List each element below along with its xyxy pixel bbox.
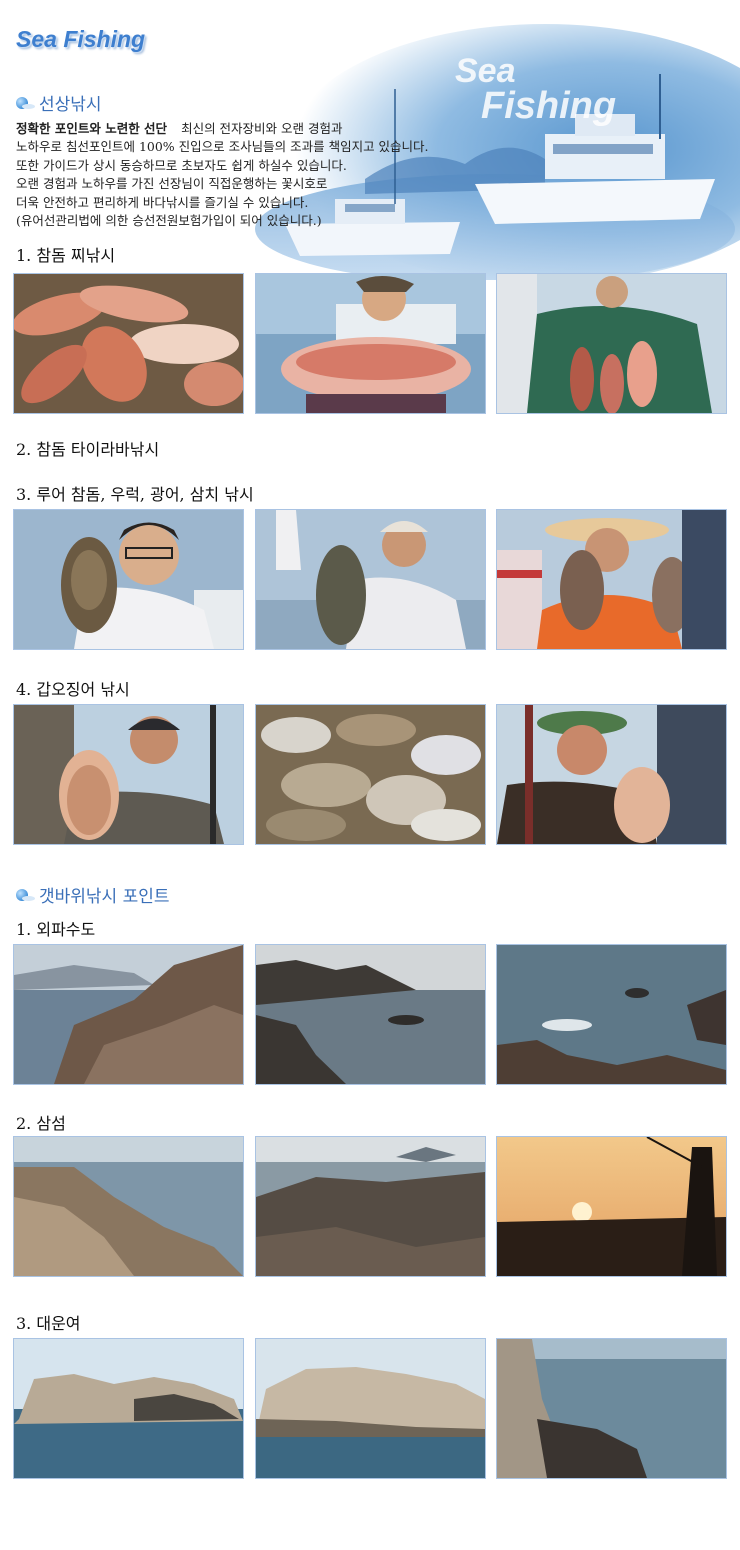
item-title: 3. 대운여 — [16, 1314, 81, 1333]
intro-line: 더욱 안전하고 편리하게 바다낚시를 즐기실 수 있습니다. — [16, 194, 309, 210]
page-logo: Sea Fishing — [16, 26, 146, 52]
intro-line: 오랜 경험과 노하우를 가진 선장님이 직접운행하는 꽃시호로 — [16, 176, 328, 192]
photo-man-holding-multiple-fish — [496, 273, 727, 414]
photo-man-holding-cuttlefish — [13, 704, 244, 845]
photo-rocky-coast-3 — [496, 944, 727, 1085]
photo-man-holding-rockfish — [255, 509, 486, 650]
photo-red-seabream-pile — [13, 273, 244, 414]
intro-line: 노하우로 침선포인트에 100% 진입으로 조사님들의 조과를 책임지고 있습니… — [16, 139, 429, 155]
section-title-boat-fishing: 선상낚시 — [16, 90, 102, 115]
photo-daeunyeo-rocks-2 — [255, 1338, 486, 1479]
section-title-text: 갯바위낚시 포인트 — [39, 887, 170, 907]
item-title: 3. 루어 참돔, 우럭, 광어, 삼치 낚시 — [16, 485, 254, 504]
intro-lead: 정확한 포인트와 노련한 선단 — [16, 121, 168, 136]
photo-samseom-sunset-angler — [496, 1136, 727, 1277]
photo-samseom-rocks-1 — [13, 1136, 244, 1277]
bullet-icon — [16, 888, 35, 901]
section-title-rock-fishing: 갯바위낚시 포인트 — [16, 882, 170, 907]
item-title: 1. 외파수도 — [16, 920, 96, 939]
intro-line: (유어선관리법에 의한 승선전원보험가입이 되어 있습니다.) — [16, 213, 322, 229]
photo-pile-of-squid — [255, 704, 486, 845]
section-title-text: 선상낚시 — [39, 95, 102, 115]
intro-line: 최신의 전자장비와 오랜 경험과 — [181, 121, 343, 136]
photo-man-cap-holding-cuttlefish — [496, 704, 727, 845]
photo-daeunyeo-cliff-angler — [496, 1338, 727, 1479]
photo-man-holding-seabream — [255, 273, 486, 414]
item-title: 1. 참돔 찌낚시 — [16, 246, 116, 265]
photo-boy-holding-rockfish — [13, 509, 244, 650]
photo-samseom-rocks-2 — [255, 1136, 486, 1277]
photo-man-hat-holding-fish — [496, 509, 727, 650]
bullet-icon — [16, 96, 35, 109]
photo-daeunyeo-rocks-1 — [13, 1338, 244, 1479]
item-title: 4. 갑오징어 낚시 — [16, 680, 130, 699]
banner-text-fishing: Fishing — [481, 85, 616, 127]
photo-rocky-coast-1 — [13, 944, 244, 1085]
intro-paragraph: 정확한 포인트와 노련한 선단 최신의 전자장비와 오랜 경험과 노하우로 침선포… — [16, 120, 446, 230]
item-title: 2. 삼섬 — [16, 1114, 66, 1133]
intro-line: 또한 가이드가 상시 동승하므로 초보자도 쉽게 하실수 있습니다. — [16, 157, 347, 173]
photo-rocky-coast-2 — [255, 944, 486, 1085]
item-title: 2. 참돔 타이라바낚시 — [16, 440, 160, 459]
